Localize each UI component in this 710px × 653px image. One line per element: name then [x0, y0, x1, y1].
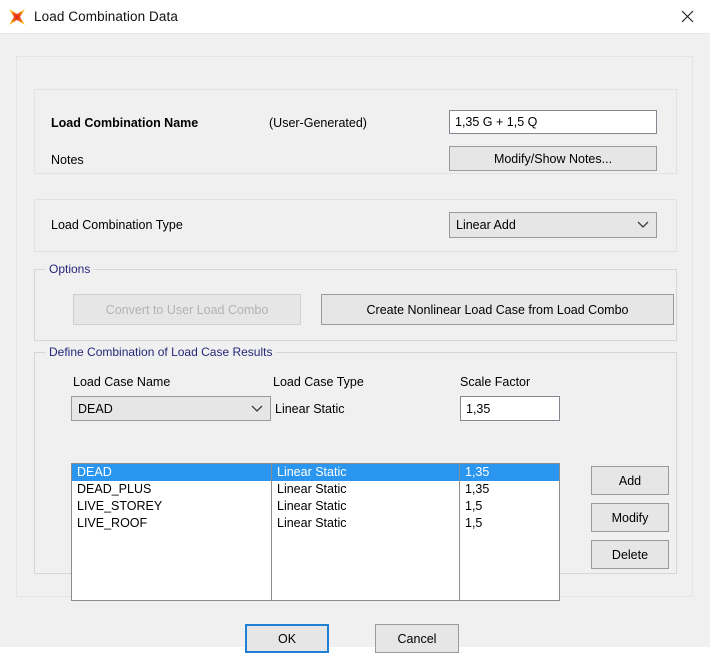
options-group: Options Convert to User Load Combo Creat… — [34, 262, 677, 341]
load-case-name-select[interactable]: DEAD — [71, 396, 271, 421]
list-item[interactable]: DEAD — [72, 464, 271, 481]
notes-label: Notes — [51, 153, 84, 167]
define-combination-group-legend: Define Combination of Load Case Results — [45, 345, 277, 359]
user-generated-note: (User-Generated) — [269, 116, 367, 130]
cancel-button[interactable]: Cancel — [375, 624, 459, 653]
create-nonlinear-load-case-button[interactable]: Create Nonlinear Load Case from Load Com… — [321, 294, 674, 325]
load-combination-type-label: Load Combination Type — [51, 218, 183, 232]
window-title: Load Combination Data — [34, 9, 178, 24]
delete-button[interactable]: Delete — [591, 540, 669, 569]
load-combination-name-input[interactable]: 1,35 G + 1,5 Q — [449, 110, 657, 134]
dialog-body: Load Combination Name (User-Generated) 1… — [0, 34, 710, 653]
list-item[interactable]: Linear Static — [272, 481, 459, 498]
modify-show-notes-button[interactable]: Modify/Show Notes... — [449, 146, 657, 171]
chevron-down-icon — [244, 405, 270, 413]
list-item[interactable]: Linear Static — [272, 464, 459, 481]
list-item[interactable]: LIVE_ROOF — [72, 515, 271, 532]
list-column-types: Linear Static Linear Static Linear Stati… — [272, 464, 460, 600]
load-case-name-value: DEAD — [78, 401, 113, 416]
define-combination-group: Define Combination of Load Case Results … — [34, 345, 677, 601]
scale-factor-input[interactable]: 1,35 — [460, 396, 560, 421]
content-panel: Load Combination Name (User-Generated) 1… — [16, 56, 693, 601]
column-header-scale-factor: Scale Factor — [460, 375, 531, 389]
load-combination-type-value: Linear Add — [456, 218, 516, 232]
load-case-results-list[interactable]: DEAD DEAD_PLUS LIVE_STOREY LIVE_ROOF Lin… — [71, 463, 560, 601]
load-combination-name-frame: Load Combination Name (User-Generated) 1… — [34, 89, 677, 174]
column-header-load-case-type: Load Case Type — [273, 375, 364, 389]
csi-star-icon — [8, 8, 26, 26]
options-group-legend: Options — [45, 262, 95, 276]
ok-button[interactable]: OK — [245, 624, 329, 653]
list-item[interactable]: 1,5 — [460, 498, 559, 515]
load-combination-name-label: Load Combination Name — [51, 116, 199, 130]
list-item[interactable]: 1,5 — [460, 515, 559, 532]
column-header-load-case-name: Load Case Name — [73, 375, 171, 389]
load-combination-type-frame: Load Combination Type Linear Add — [34, 199, 677, 252]
modify-button[interactable]: Modify — [591, 503, 669, 532]
list-item[interactable]: Linear Static — [272, 498, 459, 515]
close-icon[interactable] — [664, 0, 710, 32]
list-item[interactable]: 1,35 — [460, 464, 559, 481]
load-case-type-readonly: Linear Static — [275, 401, 345, 416]
convert-to-user-load-combo-button[interactable]: Convert to User Load Combo — [73, 294, 301, 325]
add-button[interactable]: Add — [591, 466, 669, 495]
chevron-down-icon — [630, 221, 656, 229]
list-column-scale-factors: 1,35 1,35 1,5 1,5 — [460, 464, 559, 600]
load-combination-type-select[interactable]: Linear Add — [449, 212, 657, 238]
list-column-names: DEAD DEAD_PLUS LIVE_STOREY LIVE_ROOF — [72, 464, 272, 600]
list-item[interactable]: DEAD_PLUS — [72, 481, 271, 498]
window-title-bar: Load Combination Data — [0, 0, 710, 34]
list-item[interactable]: 1,35 — [460, 481, 559, 498]
list-item[interactable]: LIVE_STOREY — [72, 498, 271, 515]
list-item[interactable]: Linear Static — [272, 515, 459, 532]
